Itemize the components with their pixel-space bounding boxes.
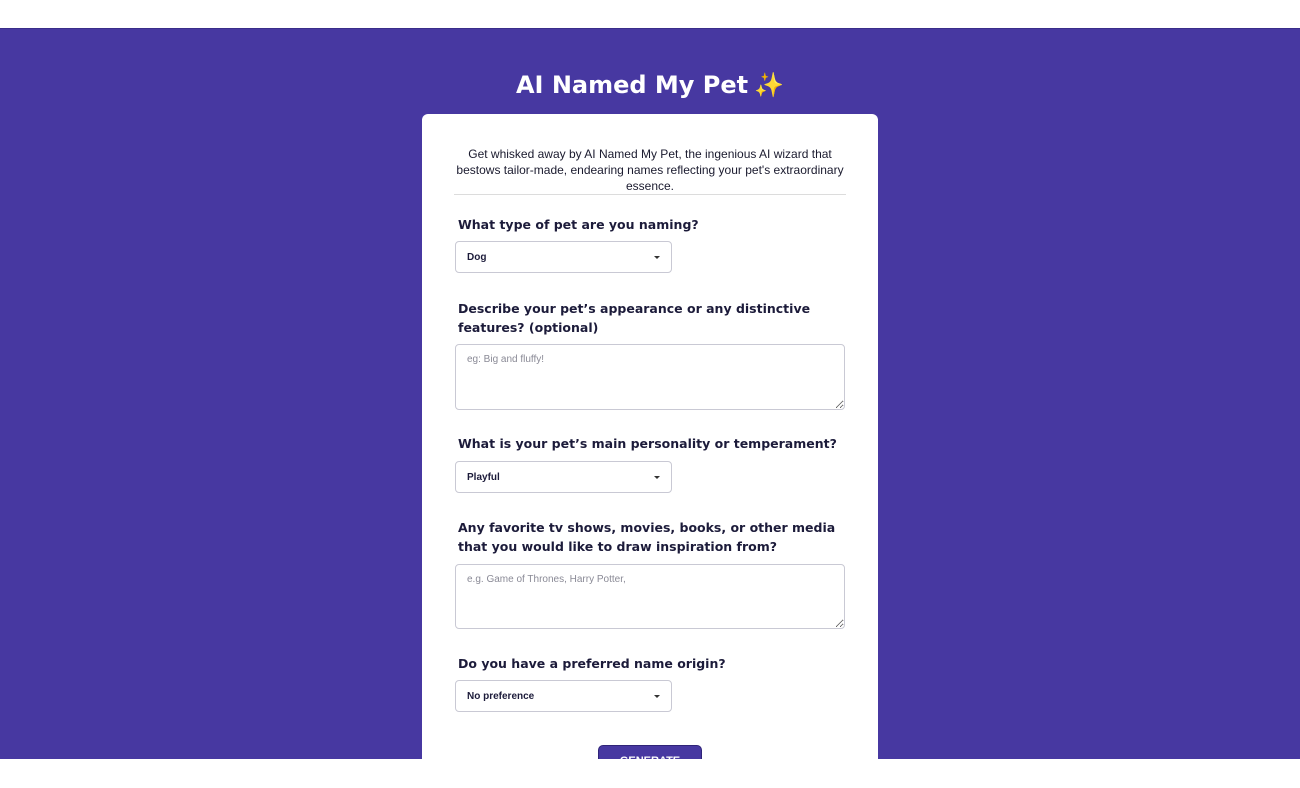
intro-text: Get whisked away by AI Named My Pet, the… xyxy=(456,147,844,193)
appearance-label: Describe your pet’s appearance or any di… xyxy=(458,301,811,335)
page-background: AI Named My Pet ✨ Get whisked away by AI … xyxy=(0,28,1300,759)
origin-label: Do you have a preferred name origin? xyxy=(458,656,726,671)
personality-select[interactable]: Playful xyxy=(455,461,672,493)
origin-select[interactable]: No preference xyxy=(455,680,672,712)
sparkles-icon: ✨ xyxy=(754,71,785,99)
generate-names-button[interactable]: Generate Names xyxy=(598,745,702,759)
pet-type-select[interactable]: Dog xyxy=(455,241,672,273)
page-title: AI Named My Pet ✨ xyxy=(0,71,1300,99)
form-card: Get whisked away by AI Named My Pet, the… xyxy=(422,114,878,759)
personality-label: What is your pet’s main personality or t… xyxy=(458,436,837,451)
caret-down-icon xyxy=(654,476,660,479)
appearance-textarea[interactable] xyxy=(455,344,845,410)
pet-type-selected-value: Dog xyxy=(467,251,487,263)
media-textarea[interactable] xyxy=(455,564,845,629)
caret-down-icon xyxy=(654,695,660,698)
divider xyxy=(454,194,846,195)
personality-selected-value: Playful xyxy=(467,471,500,483)
media-label: Any favorite tv shows, movies, books, or… xyxy=(458,520,836,554)
page-title-text: AI Named My Pet xyxy=(515,71,749,99)
pet-type-label: What type of pet are you naming? xyxy=(458,217,699,232)
origin-selected-value: No preference xyxy=(467,690,535,702)
caret-down-icon xyxy=(654,256,660,259)
